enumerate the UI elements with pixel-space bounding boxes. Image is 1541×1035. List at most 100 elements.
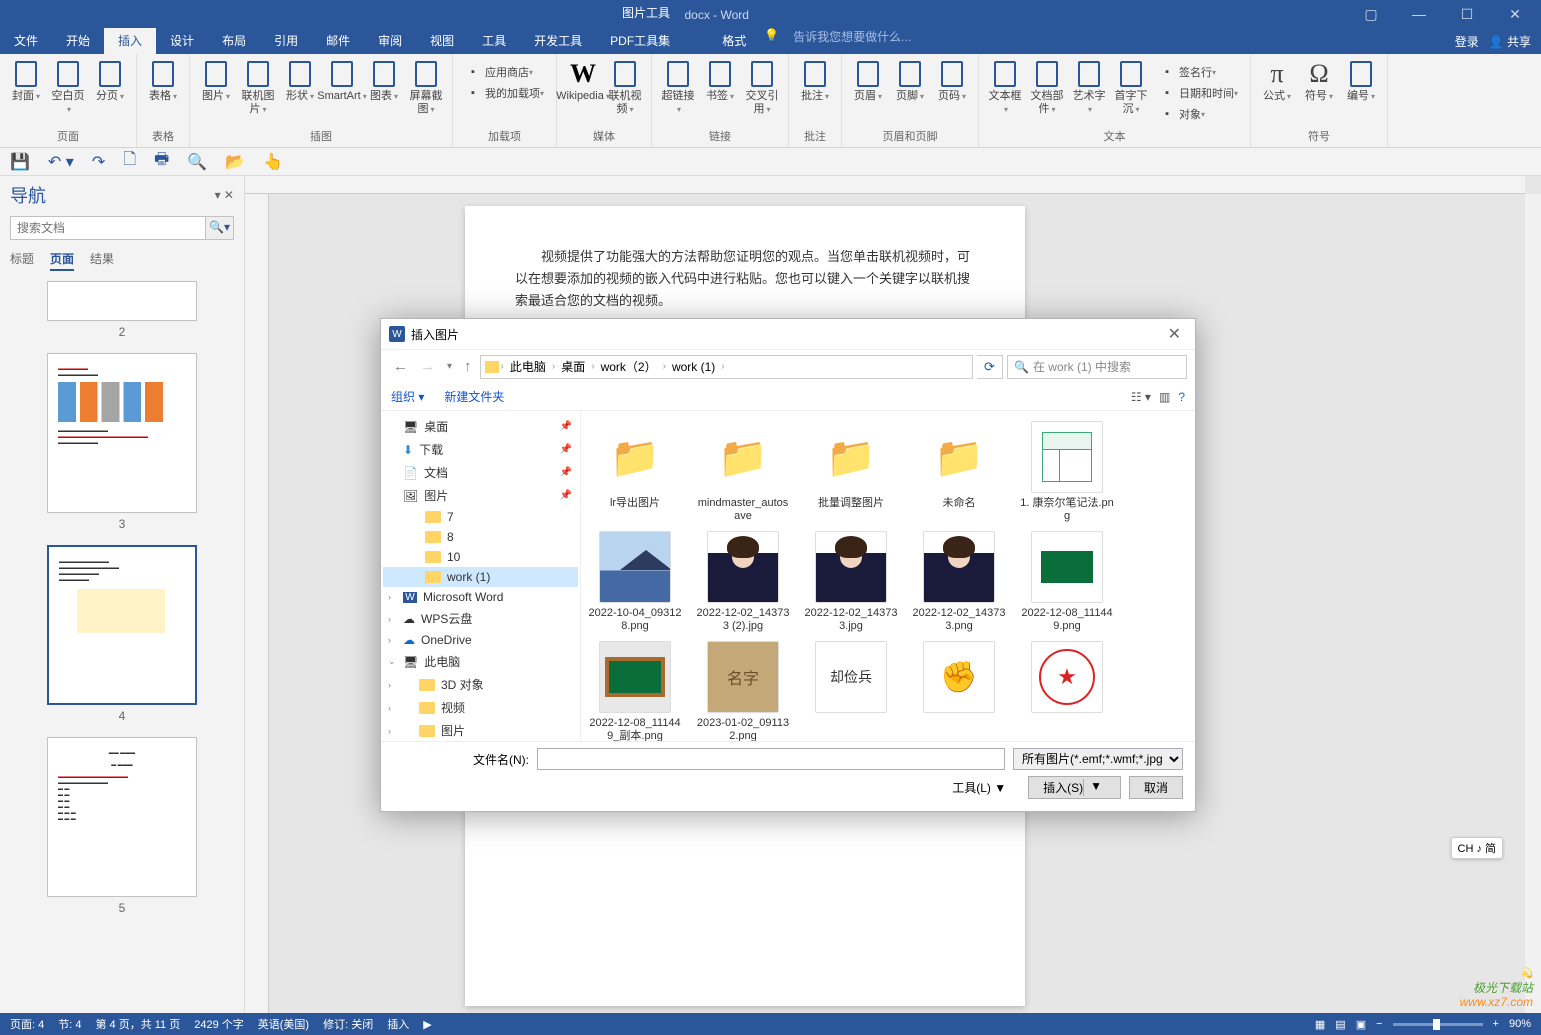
tab-tools[interactable]: 工具 [468, 28, 520, 54]
tree-item[interactable]: 📄文档📌 [383, 461, 578, 484]
dialog-close-icon[interactable]: ✕ [1162, 324, 1187, 344]
tab-review[interactable]: 审阅 [364, 28, 416, 54]
file-item[interactable]: 2022-12-08_111449.png [1017, 529, 1117, 635]
crumb-pc[interactable]: 此电脑 [506, 356, 550, 377]
ribbon-联机图片[interactable]: 联机图片 [238, 58, 278, 118]
file-item[interactable]: 📁lr导出图片 [585, 419, 685, 525]
ribbon-应用商店[interactable]: ▪应用商店 ▾ [459, 62, 550, 82]
ribbon-形状[interactable]: 形状 [280, 58, 320, 105]
ribbon-文档部件[interactable]: 文档部件 [1027, 58, 1067, 118]
redo-icon[interactable]: ↷ [92, 152, 105, 172]
ribbon-图片[interactable]: 图片 [196, 58, 236, 105]
ribbon-首字下沉[interactable]: 首字下沉 [1111, 58, 1151, 118]
vertical-ruler[interactable] [245, 194, 269, 1013]
organize-button[interactable]: 组织 ▾ [391, 388, 424, 405]
tree-item[interactable]: ⬇下载📌 [383, 438, 578, 461]
tree-item[interactable]: ›☁OneDrive [383, 630, 578, 650]
ribbon-签名行[interactable]: ▪签名行 ▾ [1153, 62, 1244, 82]
tab-mailings[interactable]: 邮件 [312, 28, 364, 54]
tab-layout[interactable]: 布局 [208, 28, 260, 54]
ribbon-编号[interactable]: 编号 [1341, 58, 1381, 105]
qat-open-icon[interactable]: 📂 [225, 152, 245, 172]
file-item[interactable]: 却俭兵 [801, 639, 901, 741]
status-section[interactable]: 节: 4 [58, 1016, 81, 1032]
tab-format[interactable]: 格式 [708, 28, 760, 54]
maximize-icon[interactable]: ☐ [1447, 6, 1487, 23]
nav-tab-pages[interactable]: 页面 [50, 250, 74, 271]
ribbon-符号[interactable]: Ω符号 [1299, 58, 1339, 105]
view-web-icon[interactable]: ▣ [1356, 1018, 1366, 1031]
view-preview-button[interactable]: ▥ [1159, 390, 1170, 404]
qat-new-icon[interactable]: 🗋 [123, 148, 136, 175]
tree-item[interactable]: 10 [383, 547, 578, 567]
ribbon-图表[interactable]: 图表 [364, 58, 404, 105]
breadcrumb[interactable]: › 此电脑› 桌面› work（2）› work (1)› [480, 355, 973, 379]
tree-item[interactable]: 🖼图片📌 [383, 484, 578, 507]
tab-insert[interactable]: 插入 [104, 28, 156, 54]
thumb-page-4[interactable]: ▬▬▬▬▬▬▬▬▬▬▬▬▬▬▬▬▬▬▬▬▬▬▬▬▬▬▬▬▬▬▬▬▬▬▬▬4 [47, 545, 197, 723]
back-icon[interactable]: ← [389, 358, 412, 375]
ribbon-超链接[interactable]: 超链接 [658, 58, 698, 118]
status-pages[interactable]: 第 4 页，共 11 页 [95, 1016, 180, 1032]
zoom-level[interactable]: 90% [1509, 1018, 1531, 1030]
tab-references[interactable]: 引用 [260, 28, 312, 54]
insert-dropdown-icon[interactable]: ▼ [1083, 779, 1106, 796]
ribbon-页码[interactable]: 页码 [932, 58, 972, 105]
save-icon[interactable]: 💾 [10, 152, 30, 172]
status-insert[interactable]: 插入 [387, 1016, 409, 1032]
ribbon-display-icon[interactable]: ▢ [1351, 6, 1391, 23]
status-track[interactable]: 修订: 关闭 [323, 1016, 373, 1032]
tree-item[interactable]: ›WMicrosoft Word [383, 587, 578, 607]
file-item[interactable]: 📁未命名 [909, 419, 1009, 525]
file-item[interactable]: 1. 康奈尔笔记法.png [1017, 419, 1117, 525]
status-macro-icon[interactable]: ▶ [423, 1018, 431, 1031]
nav-search[interactable]: 🔍▾ [10, 216, 234, 240]
zoom-out-icon[interactable]: − [1376, 1018, 1382, 1030]
dialog-titlebar[interactable]: W 插入图片 ✕ [381, 319, 1195, 349]
tab-file[interactable]: 文件 [0, 28, 52, 54]
thumb-page-3[interactable]: ▬▬▬▬▬▬▬▬▬▬▬▬▬▬▬▬▬▬▬▬▬▬▬▬▬▬▬▬▬▬▬▬▬▬▬▬▬▬▬▬… [47, 353, 197, 531]
ribbon-页脚[interactable]: 页脚 [890, 58, 930, 105]
tellme-input[interactable]: 告诉我您想要做什么... [783, 28, 911, 54]
ribbon-艺术字[interactable]: 艺术字 [1069, 58, 1109, 118]
ribbon-对象[interactable]: ▪对象 ▾ [1153, 104, 1244, 124]
thumb-page-5[interactable]: ▬▬ ▬▬▬▬ ▬▬▬▬▬▬▬▬▬▬▬▬▬▬▬▬▬▬▬▬▬▬▬▬▬▬▬▬ ▬▬ … [47, 737, 197, 915]
insert-button[interactable]: 插入(S)▼ [1028, 776, 1121, 799]
ribbon-表格[interactable]: 表格 [143, 58, 183, 105]
ribbon-页眉[interactable]: 页眉 [848, 58, 888, 105]
refresh-icon[interactable]: ⟳ [977, 355, 1003, 379]
ribbon-空白页[interactable]: 空白页 [48, 58, 88, 118]
recent-dropdown-icon[interactable]: ▾ [443, 361, 456, 372]
view-icons-button[interactable]: ☷ ▾ [1131, 390, 1151, 404]
status-page[interactable]: 页面: 4 [10, 1016, 44, 1032]
tree-item[interactable]: 🖥桌面📌 [383, 415, 578, 438]
tree-item[interactable]: ›☁WPS云盘 [383, 607, 578, 630]
file-item[interactable]: 2022-12-02_143733 (2).jpg [693, 529, 793, 635]
ribbon-分页[interactable]: 分页 [90, 58, 130, 105]
ime-indicator[interactable]: CH ♪ 简 [1451, 837, 1504, 859]
tab-developer[interactable]: 开发工具 [520, 28, 596, 54]
file-item[interactable]: ✊ [909, 639, 1009, 741]
crumb-desktop[interactable]: 桌面 [557, 356, 589, 377]
view-print-icon[interactable]: ▤ [1335, 1018, 1345, 1031]
new-folder-button[interactable]: 新建文件夹 [444, 388, 504, 405]
ribbon-文本框[interactable]: 文本框 [985, 58, 1025, 118]
tree-item[interactable]: ›视频 [383, 696, 578, 719]
nav-tab-results[interactable]: 结果 [90, 250, 114, 271]
close-icon[interactable]: ✕ [1495, 6, 1535, 23]
minimize-icon[interactable]: ― [1399, 6, 1439, 23]
file-item[interactable]: 2022-12-02_143733.png [909, 529, 1009, 635]
tree-item[interactable]: 7 [383, 507, 578, 527]
status-words[interactable]: 2429 个字 [194, 1016, 244, 1032]
tree-item[interactable]: ›3D 对象 [383, 673, 578, 696]
share-button[interactable]: 👤 共享 [1489, 33, 1531, 50]
file-item[interactable]: 📁mindmaster_autosave [693, 419, 793, 525]
crumb-work1[interactable]: work (1) [668, 358, 719, 376]
tree-item[interactable]: 8 [383, 527, 578, 547]
tree-item[interactable]: ›图片 [383, 719, 578, 741]
tree-item[interactable]: ⌄🖥此电脑 [383, 650, 578, 673]
tab-home[interactable]: 开始 [52, 28, 104, 54]
search-icon[interactable]: 🔍▾ [205, 217, 233, 239]
ribbon-公式[interactable]: π公式 [1257, 58, 1297, 105]
dialog-search-input[interactable]: 🔍在 work (1) 中搜索 [1007, 355, 1187, 379]
